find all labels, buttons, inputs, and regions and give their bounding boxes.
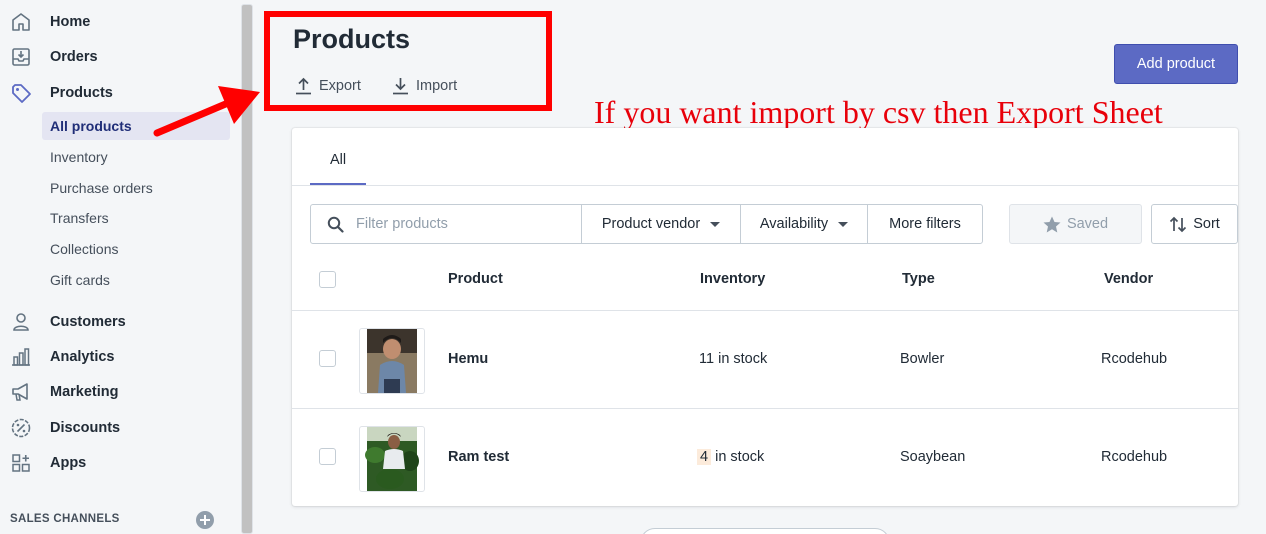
more-filters-button[interactable]: More filters [867, 204, 983, 244]
nav-analytics-label: Analytics [50, 349, 115, 365]
nav-discounts-label: Discounts [50, 420, 121, 436]
pagination-control[interactable] [640, 528, 890, 534]
row-checkbox[interactable] [319, 448, 336, 465]
tab-all[interactable]: All [310, 146, 366, 186]
nav-discounts[interactable]: Discounts [0, 412, 240, 444]
search-icon [327, 216, 344, 233]
product-vendor-filter[interactable]: Product vendor [581, 204, 741, 244]
star-icon [1043, 216, 1061, 232]
header-divider [292, 310, 1238, 311]
search-input[interactable]: Filter products [310, 204, 582, 244]
caret-down-icon [838, 221, 849, 227]
nav-orders[interactable]: Orders [0, 41, 240, 73]
search-placeholder: Filter products [356, 216, 448, 232]
caret-down-icon [710, 221, 721, 227]
column-header-inventory[interactable]: Inventory [700, 271, 765, 287]
product-vendor-label: Product vendor [601, 216, 701, 232]
nav-customers-label: Customers [50, 314, 126, 330]
nav-analytics[interactable]: Analytics [0, 341, 240, 373]
nav-apps-label: Apps [50, 455, 87, 471]
apps-icon [12, 454, 30, 472]
products-card: All Filter products Product vendor Avail… [292, 128, 1238, 506]
row-divider [292, 408, 1238, 409]
type-cell: Bowler [900, 351, 945, 367]
orders-icon [12, 48, 30, 66]
inventory-suffix: in stock [711, 449, 765, 465]
nav-home[interactable]: Home [0, 6, 240, 38]
add-product-button[interactable]: Add product [1114, 44, 1238, 84]
vendor-cell: Rcodehub [1101, 351, 1168, 367]
subnav-collections[interactable]: Collections [42, 235, 230, 263]
annotation-text: If you want import by csv then Export Sh… [594, 94, 1163, 130]
nav-home-label: Home [50, 14, 91, 30]
sort-button[interactable]: Sort [1151, 204, 1238, 244]
nav-orders-label: Orders [50, 49, 98, 65]
inventory-cell: 4 in stock [697, 449, 764, 465]
nav-customers[interactable]: Customers [0, 306, 240, 338]
availability-label: Availability [759, 216, 829, 232]
product-thumbnail[interactable] [359, 328, 425, 394]
sort-icon [1170, 216, 1187, 232]
tab-divider [292, 185, 1238, 186]
subnav-gift-cards[interactable]: Gift cards [42, 266, 230, 294]
type-cell: Soaybean [900, 449, 966, 465]
subnav-inventory[interactable]: Inventory [42, 143, 230, 171]
product-image [367, 329, 417, 393]
nav-products-label: Products [50, 85, 113, 101]
availability-filter[interactable]: Availability [740, 204, 868, 244]
subnav-transfers[interactable]: Transfers [42, 204, 230, 232]
saved-button[interactable]: Saved [1009, 204, 1142, 244]
megaphone-icon [12, 383, 28, 401]
discount-icon [11, 418, 31, 438]
home-icon [12, 13, 30, 31]
product-name[interactable]: Hemu [448, 351, 488, 367]
subnav-purchase-orders[interactable]: Purchase orders [42, 174, 230, 202]
column-header-product[interactable]: Product [448, 271, 503, 287]
product-name[interactable]: Ram test [448, 449, 509, 465]
row-checkbox[interactable] [319, 350, 336, 367]
add-sales-channel-icon[interactable] [196, 511, 214, 529]
nav-marketing[interactable]: Marketing [0, 376, 240, 408]
inventory-qty: 11 [699, 351, 715, 367]
select-all-checkbox[interactable] [319, 271, 336, 288]
person-icon [13, 313, 29, 331]
bar-chart-icon [12, 348, 30, 366]
annotation-arrow-icon [153, 86, 260, 137]
inventory-cell: 11 in stock [699, 351, 767, 367]
more-filters-label: More filters [889, 216, 961, 232]
saved-label: Saved [1066, 216, 1109, 232]
annotation-highlight-box [264, 11, 552, 111]
tag-icon [12, 84, 31, 103]
vendor-cell: Rcodehub [1101, 449, 1168, 465]
low-stock-qty: 4 [697, 449, 712, 465]
column-header-type[interactable]: Type [902, 271, 935, 287]
product-thumbnail[interactable] [359, 426, 425, 492]
nav-apps[interactable]: Apps [0, 447, 240, 479]
nav-marketing-label: Marketing [50, 384, 119, 400]
sort-label: Sort [1193, 216, 1220, 232]
column-header-vendor[interactable]: Vendor [1104, 271, 1153, 287]
sales-channels-heading: SALES CHANNELS [10, 513, 120, 525]
product-image [365, 427, 419, 491]
inventory-suffix: in stock [714, 351, 768, 367]
